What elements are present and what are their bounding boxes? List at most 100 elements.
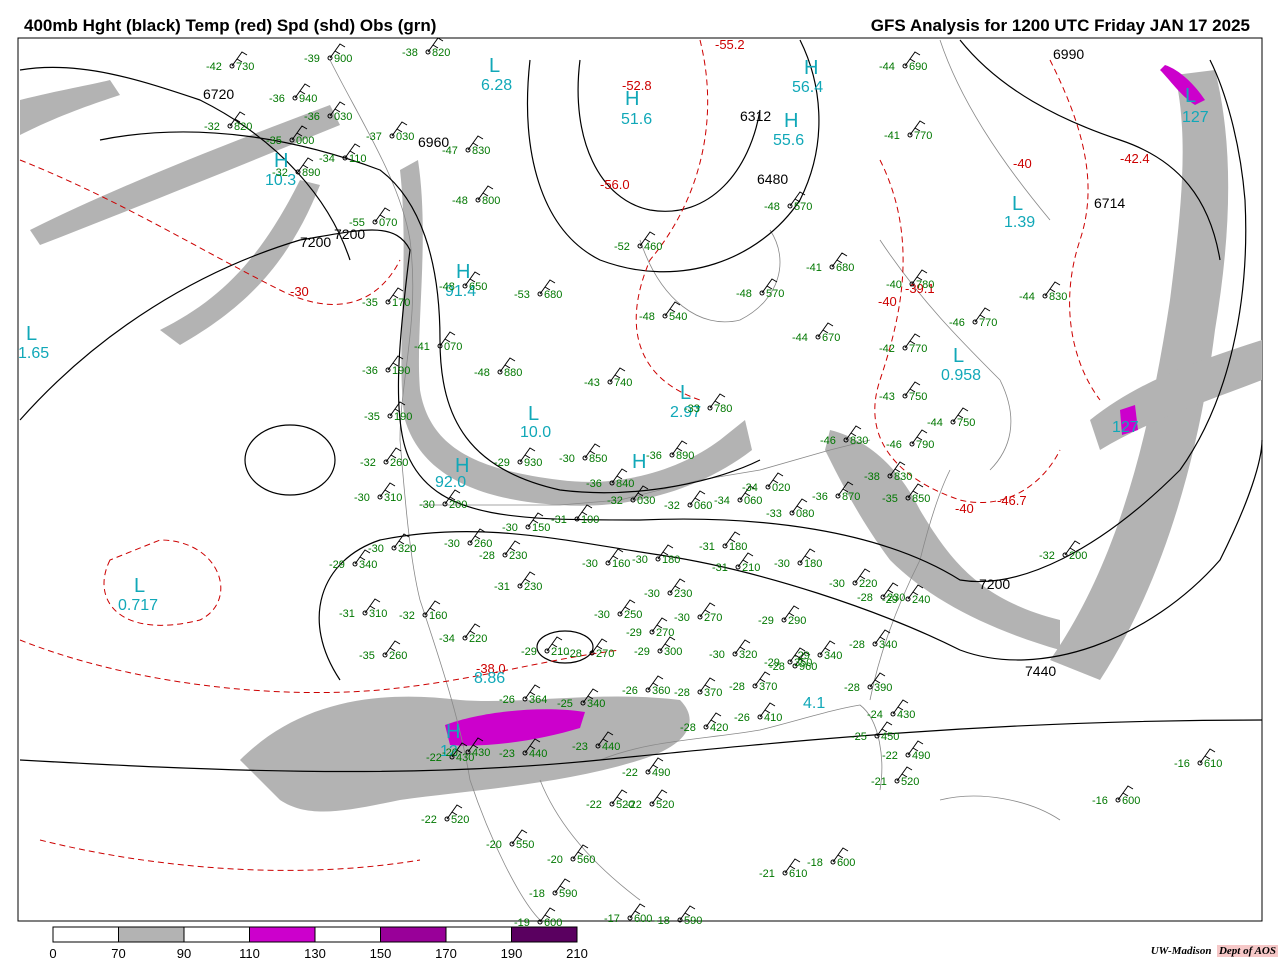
- height-label: 7200: [979, 576, 1010, 592]
- obs-height: 364: [529, 694, 547, 706]
- obs-height: 200: [449, 499, 467, 511]
- obs-temp: -38: [864, 471, 880, 483]
- obs-temp: -29: [634, 646, 650, 658]
- obs-height: 750: [909, 391, 927, 403]
- obs-height: 430: [897, 709, 915, 721]
- obs-temp: -43: [879, 391, 895, 403]
- obs-height: 780: [714, 403, 732, 415]
- obs-height: 840: [616, 478, 634, 490]
- obs-height: 110: [349, 153, 367, 165]
- obs-height: 190: [394, 411, 412, 423]
- speed-label: 1.65: [18, 345, 49, 362]
- obs-temp: -48: [736, 288, 752, 300]
- obs-height: 200: [1069, 550, 1087, 562]
- obs-height: 180: [662, 554, 680, 566]
- obs-temp: -34: [319, 153, 335, 165]
- obs-temp: -22: [421, 814, 437, 826]
- obs-temp: -17: [604, 913, 620, 925]
- obs-temp: -43: [584, 377, 600, 389]
- obs-temp: -28: [479, 550, 495, 562]
- obs-height: 740: [614, 377, 632, 389]
- colorbar-tick: 130: [304, 946, 326, 960]
- obs-height: 350: [794, 657, 812, 669]
- obs-height: 270: [656, 627, 674, 639]
- obs-height: 180: [729, 541, 747, 553]
- obs-temp: -36: [646, 450, 662, 462]
- obs-temp: -30: [559, 453, 575, 465]
- height-label: 7440: [1025, 663, 1056, 679]
- height-label: 6480: [757, 171, 788, 187]
- obs-temp: -29: [521, 646, 537, 658]
- colorbar-segment: [183, 926, 250, 943]
- obs-height: 060: [694, 500, 712, 512]
- temp-label: -40: [878, 294, 897, 309]
- obs-temp: -31: [699, 541, 715, 553]
- obs-temp: -44: [927, 417, 943, 429]
- obs-height: 610: [1204, 758, 1222, 770]
- colorbar-tick: 90: [177, 946, 191, 960]
- obs-height: 600: [837, 857, 855, 869]
- obs-temp: -30: [829, 578, 845, 590]
- obs-height: 730: [236, 61, 254, 73]
- obs-temp: -28: [857, 592, 873, 604]
- obs-temp: -22: [626, 799, 642, 811]
- obs-temp: -18: [807, 857, 823, 869]
- speed-label: 55.6: [773, 132, 804, 149]
- obs-temp: -30: [368, 543, 384, 555]
- speed-label: 4.1: [803, 695, 825, 712]
- obs-height: 150: [532, 522, 550, 534]
- colorbar-segment: [118, 926, 185, 943]
- obs-height: 270: [704, 612, 722, 624]
- obs-height: 600: [634, 913, 652, 925]
- obs-temp: -23: [572, 741, 588, 753]
- obs-height: 940: [299, 93, 317, 105]
- obs-height: 190: [392, 365, 410, 377]
- high-center: H: [456, 261, 470, 283]
- obs-temp: -22: [882, 750, 898, 762]
- obs-height: 830: [1049, 291, 1067, 303]
- obs-height: 520: [656, 799, 674, 811]
- obs-temp: -30: [674, 612, 690, 624]
- low-center: L: [134, 575, 145, 597]
- obs-height: 770: [914, 130, 932, 142]
- obs-height: 870: [842, 491, 860, 503]
- obs-height: 070: [379, 217, 397, 229]
- obs-height: 550: [516, 839, 534, 851]
- temp-label: -56.0: [600, 177, 630, 192]
- obs-height: 600: [1122, 795, 1140, 807]
- obs-height: 230: [674, 588, 692, 600]
- obs-height: 340: [359, 559, 377, 571]
- credit-org: UW-Madison: [1150, 945, 1212, 957]
- obs-height: 820: [432, 47, 450, 59]
- obs-height: 670: [822, 332, 840, 344]
- obs-temp: -34: [742, 482, 758, 494]
- obs-height: 420: [710, 722, 728, 734]
- obs-height: 650: [469, 281, 487, 293]
- obs-height: 690: [909, 61, 927, 73]
- obs-temp: -48: [439, 281, 455, 293]
- obs-height: 930: [524, 457, 542, 469]
- temp-label: -40: [955, 501, 974, 516]
- obs-temp: -32: [664, 500, 680, 512]
- obs-temp: -33: [684, 403, 700, 415]
- obs-temp: -39: [304, 53, 320, 65]
- credit: UW-Madison Dept of AOS: [1151, 945, 1278, 957]
- obs-height: 440: [529, 748, 547, 760]
- obs-temp: -30: [774, 558, 790, 570]
- obs-temp: -30: [354, 492, 370, 504]
- obs-height: 890: [676, 450, 694, 462]
- obs-temp: -31: [339, 608, 355, 620]
- obs-height: 080: [796, 508, 814, 520]
- obs-temp: -35: [882, 493, 898, 505]
- obs-temp: -53: [514, 289, 530, 301]
- obs-height: 680: [544, 289, 562, 301]
- obs-temp: -30: [444, 538, 460, 550]
- obs-height: 030: [334, 111, 352, 123]
- obs-temp: -22: [586, 799, 602, 811]
- obs-height: 880: [504, 367, 522, 379]
- obs-temp: -28: [674, 687, 690, 699]
- obs-height: 180: [804, 558, 822, 570]
- obs-height: 340: [587, 698, 605, 710]
- obs-temp: -21: [759, 868, 775, 880]
- obs-height: 310: [369, 608, 387, 620]
